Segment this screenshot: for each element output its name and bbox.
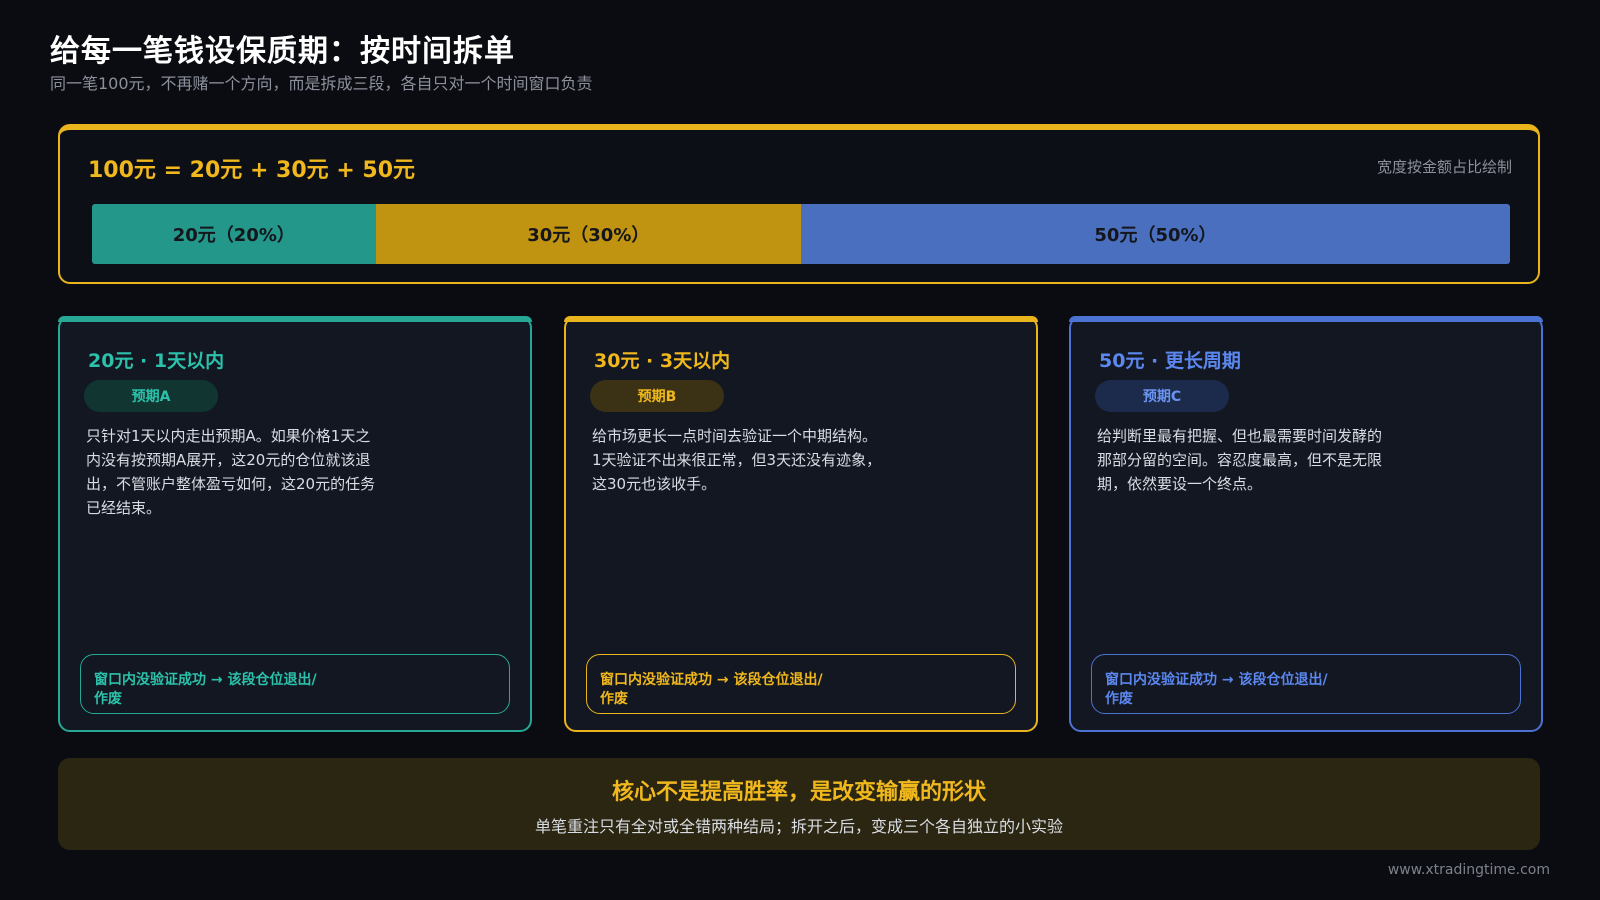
summary-banner: 核心不是提高胜率，是改变输赢的形状 单笔重注只有全对或全错两种结局；拆开之后，变… [58, 758, 1540, 850]
card-title: 20元 · 1天以内 [88, 350, 225, 372]
expectation-badge: 预期A [84, 380, 218, 412]
allocation-bar: 20元（20%） 30元（30%） 50元（50%） [92, 204, 1510, 264]
allocation-segment-30: 30元（30%） [375, 204, 801, 264]
exit-rule-box: 窗口内没验证成功 → 该段仓位退出/作废 [586, 654, 1016, 714]
summary-headline: 核心不是提高胜率，是改变输赢的形状 [611, 780, 986, 805]
exit-rule-text: 窗口内没验证成功 → 该段仓位退出/作废 [94, 672, 317, 707]
footer-url: www.xtradingtime.com [1387, 862, 1550, 878]
expectation-badge: 预期B [590, 380, 724, 412]
allocation-segment-20: 20元（20%） [92, 204, 376, 264]
page-subtitle: 同一笔100元，不再赌一个方向，而是拆成三段，各自只对一个时间窗口负责 [50, 74, 593, 93]
card-30-three-days: 30元 · 3天以内 预期B 给市场更长一点时间去验证一个中期结构。1天验证不出… [564, 316, 1038, 732]
summary-subtext: 单笔重注只有全对或全错两种结局；拆开之后，变成三个各自独立的小实验 [534, 817, 1063, 836]
exit-rule-box: 窗口内没验证成功 → 该段仓位退出/作废 [80, 654, 510, 714]
exit-rule-text: 窗口内没验证成功 → 该段仓位退出/作废 [600, 672, 823, 707]
page-title: 给每一笔钱设保质期：按时间拆单 [50, 34, 515, 69]
allocation-equation: 100元 = 20元 + 30元 + 50元 [88, 158, 416, 183]
allocation-panel: 100元 = 20元 + 30元 + 50元 宽度按金额占比绘制 20元（20%… [58, 124, 1540, 284]
card-description: 给市场更长一点时间去验证一个中期结构。1天验证不出来很正常，但3天还没有迹象，这… [592, 427, 882, 493]
allocation-note: 宽度按金额占比绘制 [1376, 158, 1512, 176]
expectation-badge: 预期C [1095, 380, 1229, 412]
exit-rule-box: 窗口内没验证成功 → 该段仓位退出/作废 [1091, 654, 1521, 714]
card-title: 30元 · 3天以内 [594, 350, 731, 372]
card-title: 50元 · 更长周期 [1099, 350, 1241, 372]
card-description: 只针对1天以内走出预期A。如果价格1天之内没有按预期A展开，这20元的仓位就该退… [86, 427, 376, 517]
card-description: 给判断里最有把握、但也最需要时间发酵的那部分留的空间。容忍度最高，但不是无限期，… [1097, 427, 1383, 493]
card-20-one-day: 20元 · 1天以内 预期A 只针对1天以内走出预期A。如果价格1天之内没有按预… [58, 316, 532, 732]
allocation-segment-50: 50元（50%） [800, 204, 1510, 264]
card-50-longer-term: 50元 · 更长周期 预期C 给判断里最有把握、但也最需要时间发酵的那部分留的空… [1069, 316, 1543, 732]
exit-rule-text: 窗口内没验证成功 → 该段仓位退出/作废 [1105, 672, 1328, 707]
